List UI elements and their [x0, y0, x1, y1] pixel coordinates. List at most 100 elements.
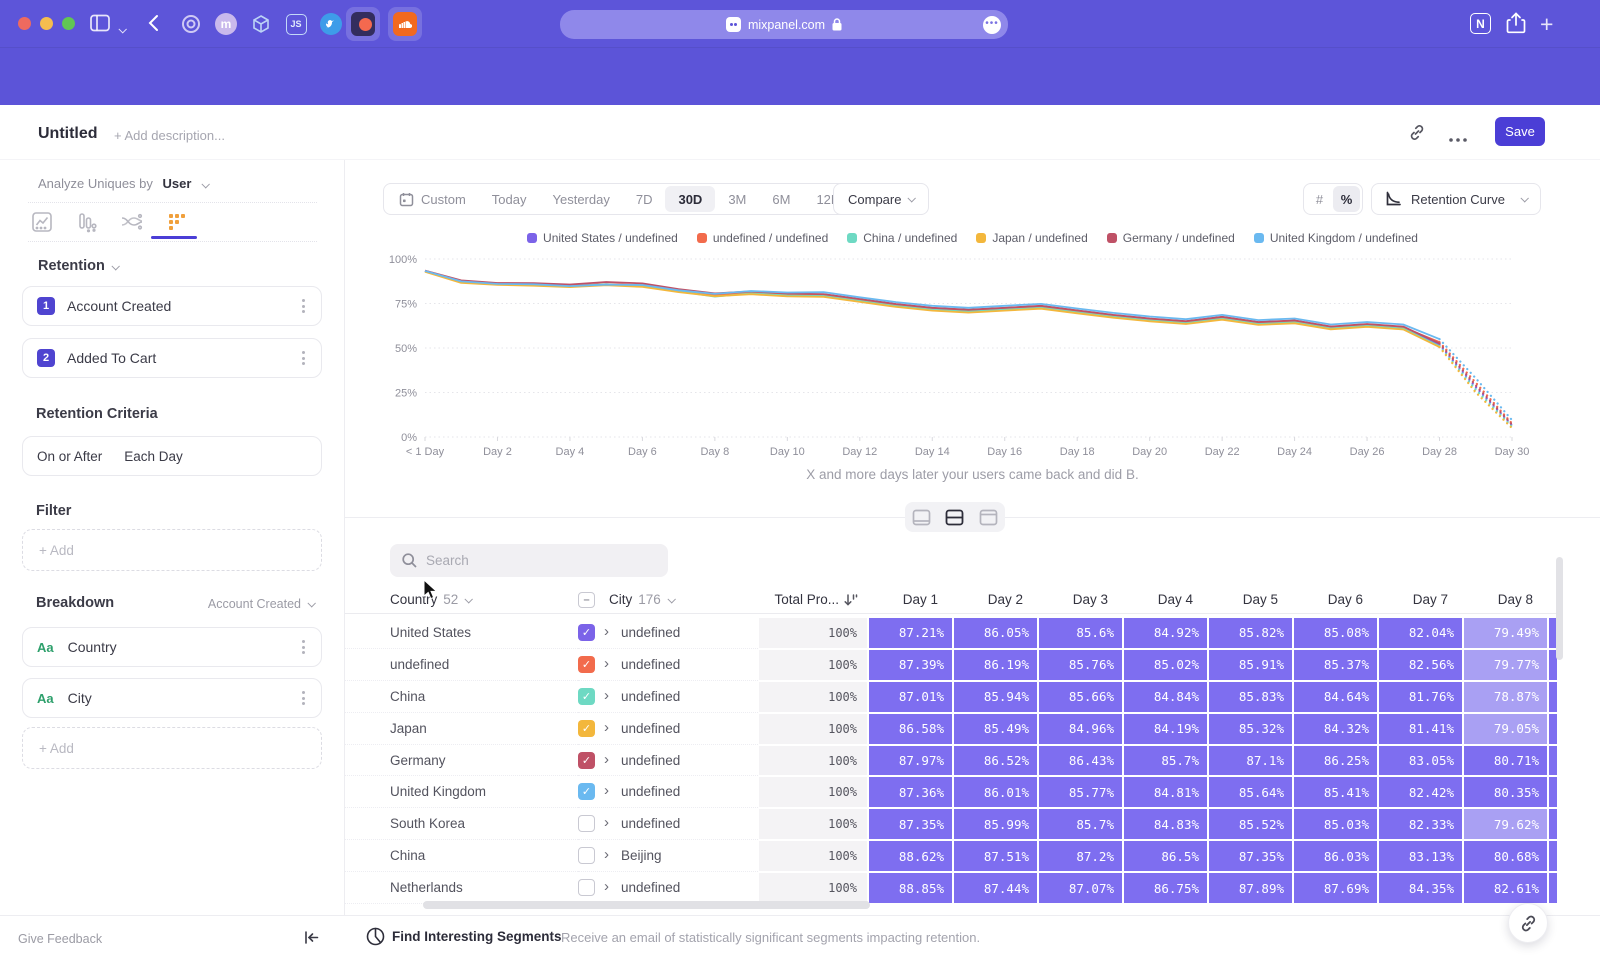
window-close-button[interactable]: [18, 17, 31, 30]
kebab-menu-icon[interactable]: [298, 295, 309, 317]
unit-percent-toggle[interactable]: %: [1333, 186, 1360, 212]
range-6m[interactable]: 6M: [759, 186, 803, 212]
breakdown-property-label[interactable]: Country: [68, 639, 117, 655]
expand-chevron-icon[interactable]: ›: [604, 878, 609, 895]
tab-favicon-bird[interactable]: [318, 11, 344, 37]
vertical-scrollbar[interactable]: [1556, 557, 1563, 660]
tab-insights-icon[interactable]: [30, 210, 54, 234]
tab-flows-icon[interactable]: [120, 210, 144, 234]
expand-chevron-icon[interactable]: ›: [604, 623, 609, 640]
add-breakdown-button[interactable]: + Add: [22, 727, 322, 769]
range-today[interactable]: Today: [479, 186, 540, 212]
window-minimize-button[interactable]: [40, 17, 53, 30]
tab-favicon-box[interactable]: [248, 11, 274, 37]
share-icon[interactable]: [1506, 12, 1526, 38]
add-description[interactable]: + Add description...: [114, 128, 225, 143]
expand-chevron-icon[interactable]: ›: [604, 751, 609, 768]
column-header-day[interactable]: Day 2: [953, 592, 1038, 607]
row-checkbox[interactable]: ✓: [578, 656, 595, 673]
chevron-down-icon[interactable]: [119, 21, 125, 36]
legend-item[interactable]: United States / undefined: [527, 231, 678, 245]
analyze-value[interactable]: User: [163, 176, 192, 191]
url-more-icon[interactable]: •••: [983, 16, 1001, 34]
expand-chevron-icon[interactable]: ›: [604, 655, 609, 672]
table-search[interactable]: [390, 544, 668, 577]
notion-icon[interactable]: N: [1470, 13, 1491, 34]
step-event-label[interactable]: Account Created: [67, 298, 171, 314]
column-header-day[interactable]: Day 6: [1293, 592, 1378, 607]
legend-item[interactable]: China / undefined: [847, 231, 957, 245]
view-chart-only-icon[interactable]: [908, 504, 936, 530]
view-table-only-icon[interactable]: [974, 504, 1002, 530]
expand-chevron-icon[interactable]: ›: [604, 719, 609, 736]
view-split-icon[interactable]: [941, 504, 969, 530]
analyze-uniques-row[interactable]: Analyze Uniques by User: [38, 176, 208, 191]
column-header-day[interactable]: Day 8: [1463, 592, 1548, 607]
breakdown-country[interactable]: Aa Country: [22, 627, 322, 667]
expand-chevron-icon[interactable]: ›: [604, 846, 609, 863]
range-yesterday[interactable]: Yesterday: [540, 186, 623, 212]
legend-item[interactable]: United Kingdom / undefined: [1254, 231, 1418, 245]
unit-absolute-toggle[interactable]: #: [1306, 186, 1333, 212]
range-30d[interactable]: 30D: [665, 186, 715, 212]
step-event-label[interactable]: Added To Cart: [67, 350, 156, 366]
expand-chevron-icon[interactable]: ›: [604, 782, 609, 799]
legend-item[interactable]: Japan / undefined: [976, 231, 1087, 245]
retention-curve-chart[interactable]: 100%75%50%25%0%< 1 DayDay 2Day 4Day 6Day…: [380, 250, 1535, 458]
breakdown-property-label[interactable]: City: [68, 690, 92, 706]
select-all-checkbox[interactable]: –: [578, 592, 595, 608]
row-checkbox[interactable]: [578, 879, 595, 896]
range-7d[interactable]: 7D: [623, 186, 666, 212]
column-header-country[interactable]: Country 52: [345, 592, 578, 607]
criteria-condition[interactable]: On or After: [37, 449, 102, 464]
tab-favicon-js[interactable]: JS: [283, 11, 309, 37]
report-title[interactable]: Untitled: [38, 125, 98, 143]
add-filter-button[interactable]: + Add: [22, 529, 322, 571]
row-checkbox[interactable]: ✓: [578, 624, 595, 641]
sidebar-toggle-icon[interactable]: [90, 14, 110, 35]
tab-favicon-soundcloud[interactable]: [388, 7, 422, 41]
retention-criteria-row[interactable]: On or After Each Day: [22, 436, 322, 476]
expand-chevron-icon[interactable]: ›: [604, 814, 609, 831]
save-button[interactable]: Save: [1495, 117, 1545, 146]
kebab-menu-icon[interactable]: [298, 347, 309, 369]
window-zoom-button[interactable]: [62, 17, 75, 30]
column-header-day[interactable]: Day 4: [1123, 592, 1208, 607]
retention-step-2[interactable]: 2 Added To Cart: [22, 338, 322, 378]
tab-favicon-m[interactable]: m: [213, 11, 239, 37]
column-header-day[interactable]: Day 1: [868, 592, 953, 607]
retention-step-1[interactable]: 1 Account Created: [22, 286, 322, 326]
column-header-total[interactable]: Total Pro...: [758, 592, 868, 607]
row-checkbox[interactable]: ✓: [578, 752, 595, 769]
column-header-day[interactable]: Day 7: [1378, 592, 1463, 607]
row-checkbox[interactable]: ✓: [578, 783, 595, 800]
copy-link-icon[interactable]: [1408, 123, 1426, 144]
tab-retention-icon[interactable]: [165, 210, 189, 234]
row-checkbox[interactable]: [578, 815, 595, 832]
tab-funnels-icon[interactable]: [75, 210, 99, 234]
tab-favicon-mixpanel-active[interactable]: [346, 7, 380, 41]
more-options-icon[interactable]: [1449, 130, 1467, 145]
criteria-value[interactable]: Each Day: [124, 449, 183, 464]
breakdown-event-selector[interactable]: Account Created: [208, 597, 314, 611]
tab-favicon-target[interactable]: [178, 11, 204, 37]
back-icon[interactable]: [148, 13, 159, 36]
table-search-input[interactable]: [426, 553, 626, 568]
give-feedback-link[interactable]: Give Feedback: [18, 932, 102, 946]
kebab-menu-icon[interactable]: [298, 687, 309, 709]
new-tab-icon[interactable]: +: [1540, 11, 1553, 38]
column-header-day[interactable]: Day 3: [1038, 592, 1123, 607]
range-3m[interactable]: 3M: [715, 186, 759, 212]
row-checkbox[interactable]: [578, 847, 595, 864]
url-bar[interactable]: mixpanel.com •••: [560, 10, 1008, 39]
breakdown-city[interactable]: Aa City: [22, 678, 322, 718]
compare-button[interactable]: Compare: [833, 183, 929, 215]
retention-section-header[interactable]: Retention: [38, 258, 118, 274]
horizontal-scrollbar[interactable]: [423, 901, 870, 909]
column-header-day[interactable]: Day 5: [1208, 592, 1293, 607]
share-link-floating-button[interactable]: [1508, 903, 1548, 943]
chart-type-button[interactable]: Retention Curve: [1371, 183, 1541, 215]
expand-chevron-icon[interactable]: ›: [604, 687, 609, 704]
interesting-segments-title[interactable]: Find Interesting Segments: [392, 929, 562, 944]
column-header-city[interactable]: – City 176: [578, 592, 758, 608]
